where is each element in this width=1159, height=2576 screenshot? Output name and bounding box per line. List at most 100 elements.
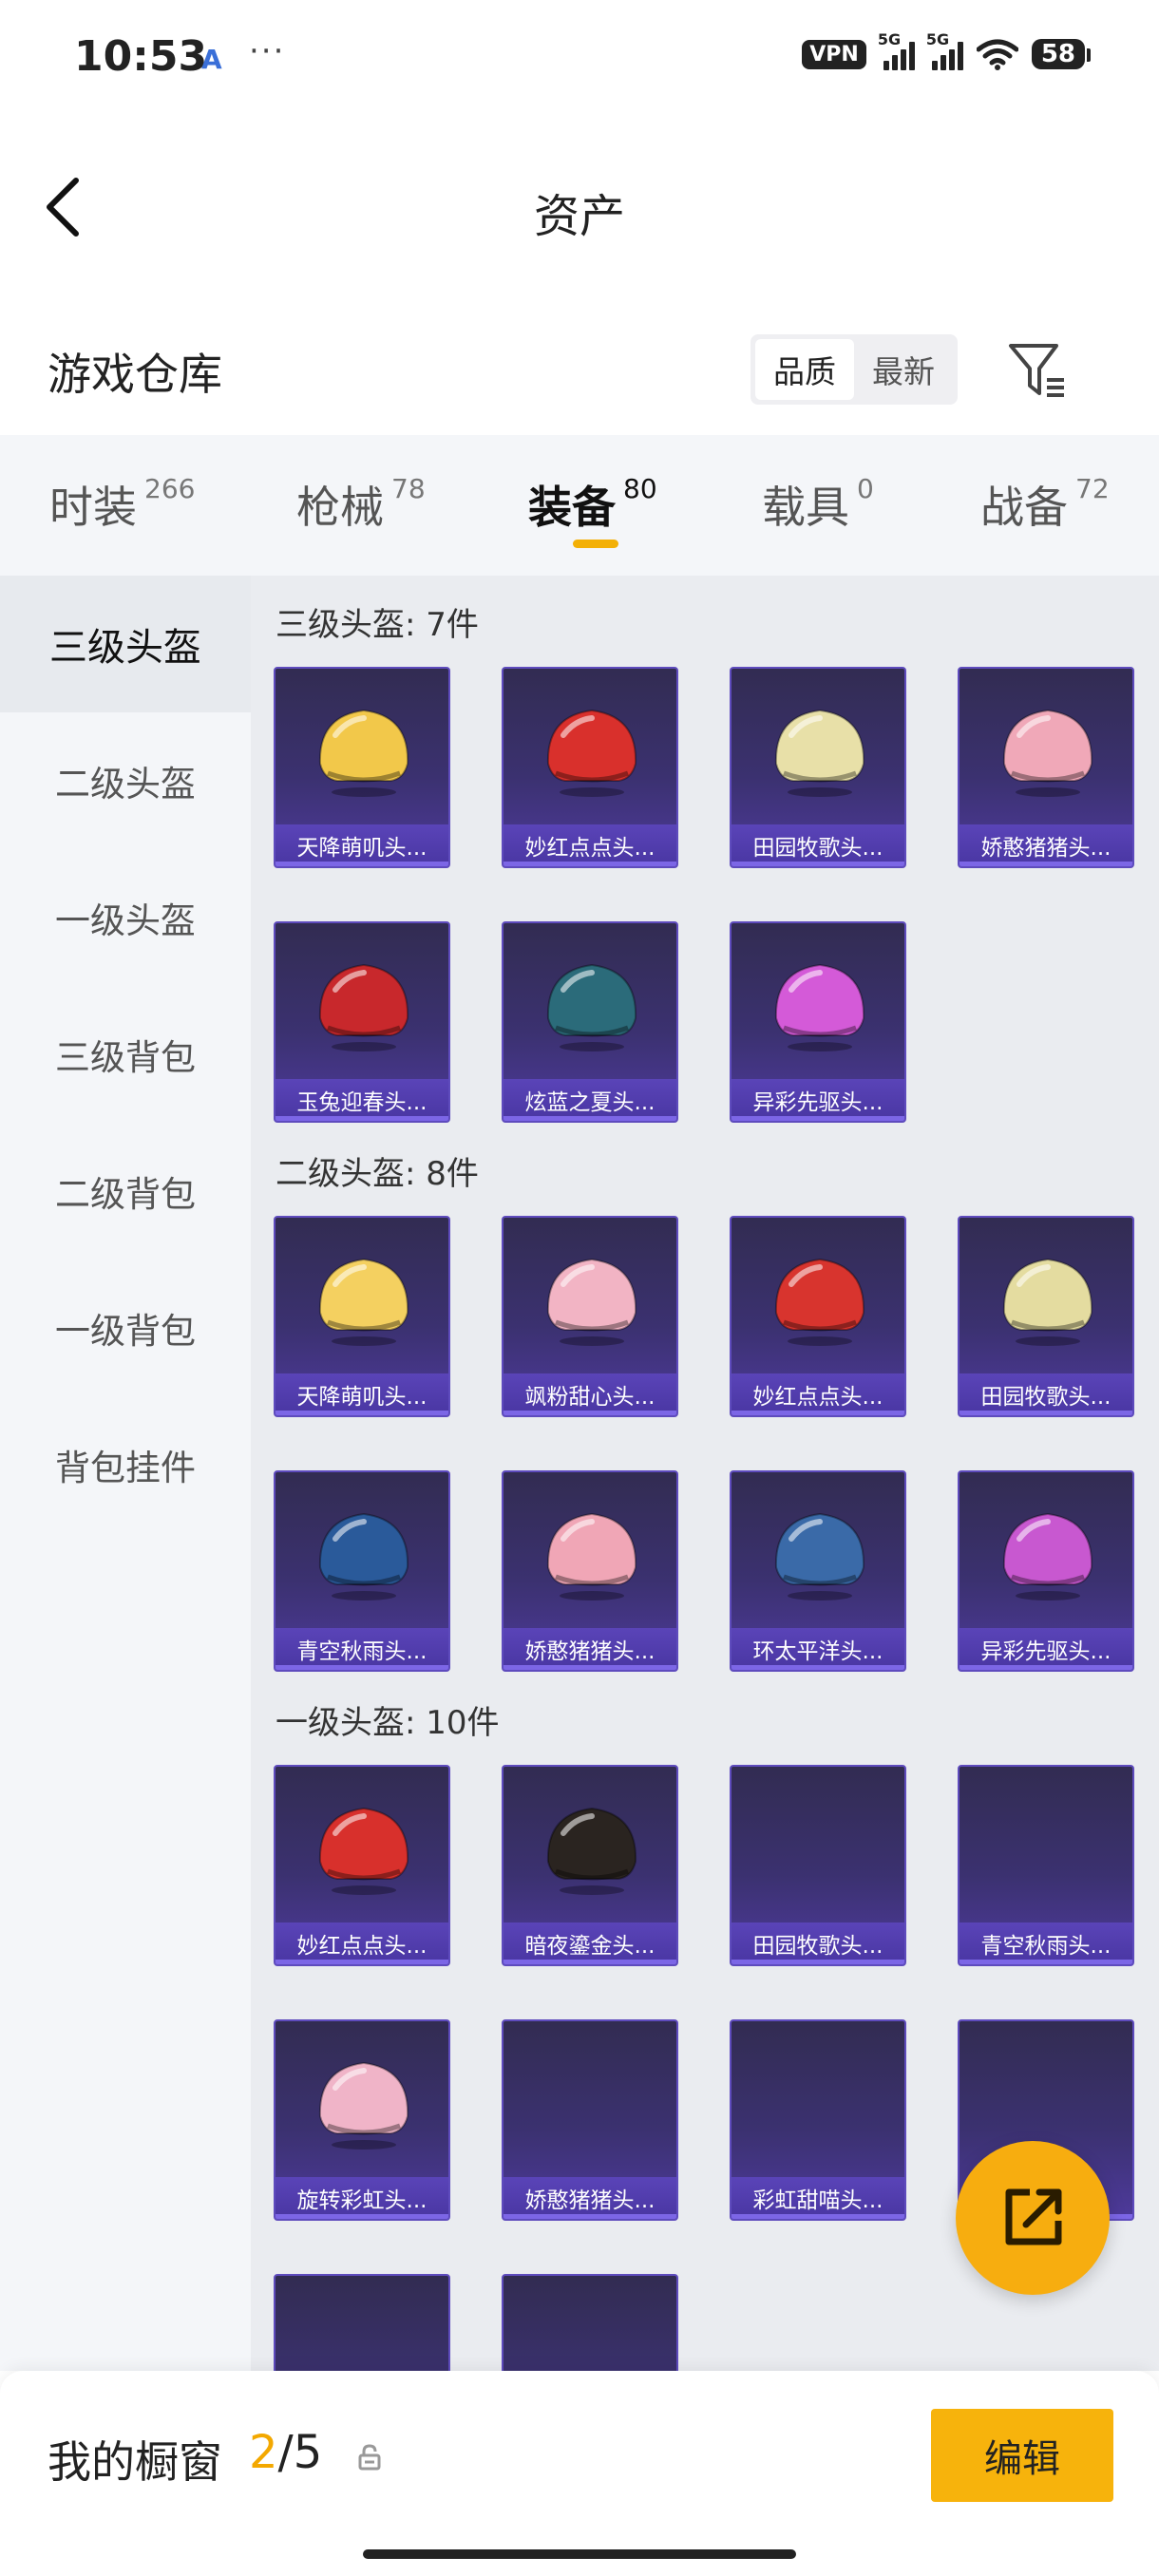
item-name: 青空秋雨头... bbox=[960, 1923, 1132, 1964]
item-card[interactable]: 妙红点点头... bbox=[502, 667, 678, 868]
rarity-bar bbox=[732, 862, 904, 866]
showcase-separator: / bbox=[277, 2426, 294, 2479]
item-card[interactable]: 娇憨猪猪头... bbox=[502, 1470, 678, 1672]
tab-count: 0 bbox=[857, 473, 874, 504]
item-card[interactable]: 异彩先驱头... bbox=[958, 1470, 1134, 1672]
item-name: 彩虹甜喵头... bbox=[732, 2177, 904, 2219]
sort-by-quality[interactable]: 品质 bbox=[755, 339, 854, 400]
showcase-label: 我的橱窗 bbox=[48, 2436, 222, 2488]
item-name: 妙红点点头... bbox=[504, 824, 676, 866]
tab-label: 装备 bbox=[528, 482, 616, 533]
tab-vehicles[interactable]: 载具 0 bbox=[762, 473, 874, 536]
home-indicator bbox=[363, 2549, 796, 2559]
showcase-total: 5 bbox=[293, 2426, 323, 2479]
item-card[interactable]: 暗夜鎏金头... bbox=[502, 1765, 678, 1966]
item-card[interactable]: 天降萌叽头... bbox=[274, 1216, 450, 1417]
rarity-bar bbox=[276, 1116, 448, 1121]
sidebar-item-lvl3-helmet[interactable]: 三级头盔 bbox=[0, 576, 251, 712]
item-card[interactable]: 田园牧歌头... bbox=[730, 667, 906, 868]
rarity-bar bbox=[960, 862, 1132, 866]
rarity-bar bbox=[960, 1960, 1132, 1964]
signal-icon-2: 5G bbox=[926, 30, 963, 70]
item-name: 旋转彩虹头... bbox=[276, 2177, 448, 2219]
item-card[interactable]: 妙红点点头... bbox=[730, 1216, 906, 1417]
item-name: 娇憨猪猪头... bbox=[504, 2177, 676, 2219]
item-name: 炫蓝之夏头... bbox=[504, 1079, 676, 1121]
sort-by-newest[interactable]: 最新 bbox=[854, 339, 953, 400]
helmet-cream-icon bbox=[1002, 1258, 1093, 1346]
item-name: 暗夜鎏金头... bbox=[504, 1923, 676, 1964]
warehouse-title: 游戏仓库 bbox=[48, 349, 222, 400]
sidebar-item-lvl3-backpack[interactable]: 三级背包 bbox=[0, 986, 251, 1123]
item-card[interactable]: 旋转彩虹头... bbox=[274, 2019, 450, 2221]
item-name: 飒粉甜心头... bbox=[504, 1373, 676, 1415]
item-card[interactable] bbox=[274, 2274, 450, 2371]
item-card[interactable]: 彩虹甜喵头... bbox=[730, 2019, 906, 2221]
rarity-bar bbox=[504, 1665, 676, 1670]
helmet-black-icon bbox=[546, 1807, 637, 1895]
showcase-count: 2/5 bbox=[249, 2426, 322, 2479]
item-card[interactable]: 玉兔迎春头... bbox=[274, 921, 450, 1123]
item-name: 异彩先驱头... bbox=[960, 1628, 1132, 1670]
rarity-bar bbox=[276, 1665, 448, 1670]
item-name: 田园牧歌头... bbox=[732, 1923, 904, 1964]
edit-button[interactable]: 编辑 bbox=[931, 2409, 1113, 2502]
item-name: 玉兔迎春头... bbox=[276, 1079, 448, 1121]
app-notification-icon: A bbox=[201, 44, 222, 75]
item-card[interactable]: 天降萌叽头... bbox=[274, 667, 450, 868]
helmet-cream-icon bbox=[774, 709, 865, 797]
item-card[interactable]: 田园牧歌头... bbox=[958, 1216, 1134, 1417]
rarity-bar bbox=[276, 2214, 448, 2219]
helmet-red-icon bbox=[318, 1807, 409, 1895]
item-name: 异彩先驱头... bbox=[732, 1079, 904, 1121]
rarity-bar bbox=[504, 1411, 676, 1415]
page-title: 资产 bbox=[533, 190, 625, 243]
tab-count: 78 bbox=[391, 473, 426, 504]
item-card[interactable]: 青空秋雨头... bbox=[958, 1765, 1134, 1966]
helmet-pinkwhite-icon bbox=[318, 2061, 409, 2150]
rarity-bar bbox=[732, 1665, 904, 1670]
helmet-teal-icon bbox=[546, 963, 637, 1051]
item-card[interactable] bbox=[502, 2274, 678, 2371]
helmet-yellow-icon bbox=[318, 1258, 409, 1346]
item-card[interactable]: 环太平洋头... bbox=[730, 1470, 906, 1672]
helmet-red-icon bbox=[774, 1258, 865, 1346]
signal-icon: 5G bbox=[878, 30, 915, 70]
helmet-blue-icon bbox=[774, 1512, 865, 1601]
rarity-bar bbox=[504, 1960, 676, 1964]
filter-icon[interactable] bbox=[1005, 338, 1070, 403]
rarity-bar bbox=[504, 862, 676, 866]
wifi-icon bbox=[976, 39, 1018, 70]
tab-fashion[interactable]: 时装 266 bbox=[49, 473, 195, 536]
section-title-lvl3: 三级头盔: 7件 bbox=[276, 606, 479, 644]
tab-supplies[interactable]: 战备 72 bbox=[980, 473, 1110, 536]
sidebar-item-lvl2-helmet[interactable]: 二级头盔 bbox=[0, 712, 251, 849]
tab-equipment[interactable]: 装备 80 bbox=[528, 473, 657, 536]
item-card[interactable]: 飒粉甜心头... bbox=[502, 1216, 678, 1417]
tab-firearms[interactable]: 枪械 78 bbox=[296, 473, 426, 536]
item-name: 天降萌叽头... bbox=[276, 824, 448, 866]
sidebar-item-lvl1-backpack[interactable]: 一级背包 bbox=[0, 1260, 251, 1396]
rarity-bar bbox=[732, 1411, 904, 1415]
showcase-current: 2 bbox=[249, 2426, 278, 2479]
lock-icon bbox=[358, 2444, 381, 2471]
status-indicators: VPN 5G 5G 58 bbox=[802, 30, 1092, 70]
active-tab-indicator bbox=[573, 540, 618, 548]
item-card[interactable]: 妙红点点头... bbox=[274, 1765, 450, 1966]
sidebar-item-lvl2-backpack[interactable]: 二级背包 bbox=[0, 1123, 251, 1260]
status-time: 10:53 bbox=[74, 32, 208, 81]
tab-count: 80 bbox=[623, 473, 657, 504]
sidebar-item-lvl1-helmet[interactable]: 一级头盔 bbox=[0, 849, 251, 986]
item-card[interactable]: 青空秋雨头... bbox=[274, 1470, 450, 1672]
item-card[interactable]: 娇憨猪猪头... bbox=[502, 2019, 678, 2221]
helmet-red-icon bbox=[546, 709, 637, 797]
item-card[interactable]: 娇憨猪猪头... bbox=[958, 667, 1134, 868]
item-card[interactable]: 炫蓝之夏头... bbox=[502, 921, 678, 1123]
share-button[interactable] bbox=[956, 2141, 1110, 2295]
item-card[interactable]: 异彩先驱头... bbox=[730, 921, 906, 1123]
rarity-bar bbox=[276, 862, 448, 866]
item-card[interactable]: 田园牧歌头... bbox=[730, 1765, 906, 1966]
rarity-bar bbox=[732, 1960, 904, 1964]
sidebar-item-backpack-charm[interactable]: 背包挂件 bbox=[0, 1396, 251, 1533]
tab-label: 战备 bbox=[980, 482, 1068, 533]
